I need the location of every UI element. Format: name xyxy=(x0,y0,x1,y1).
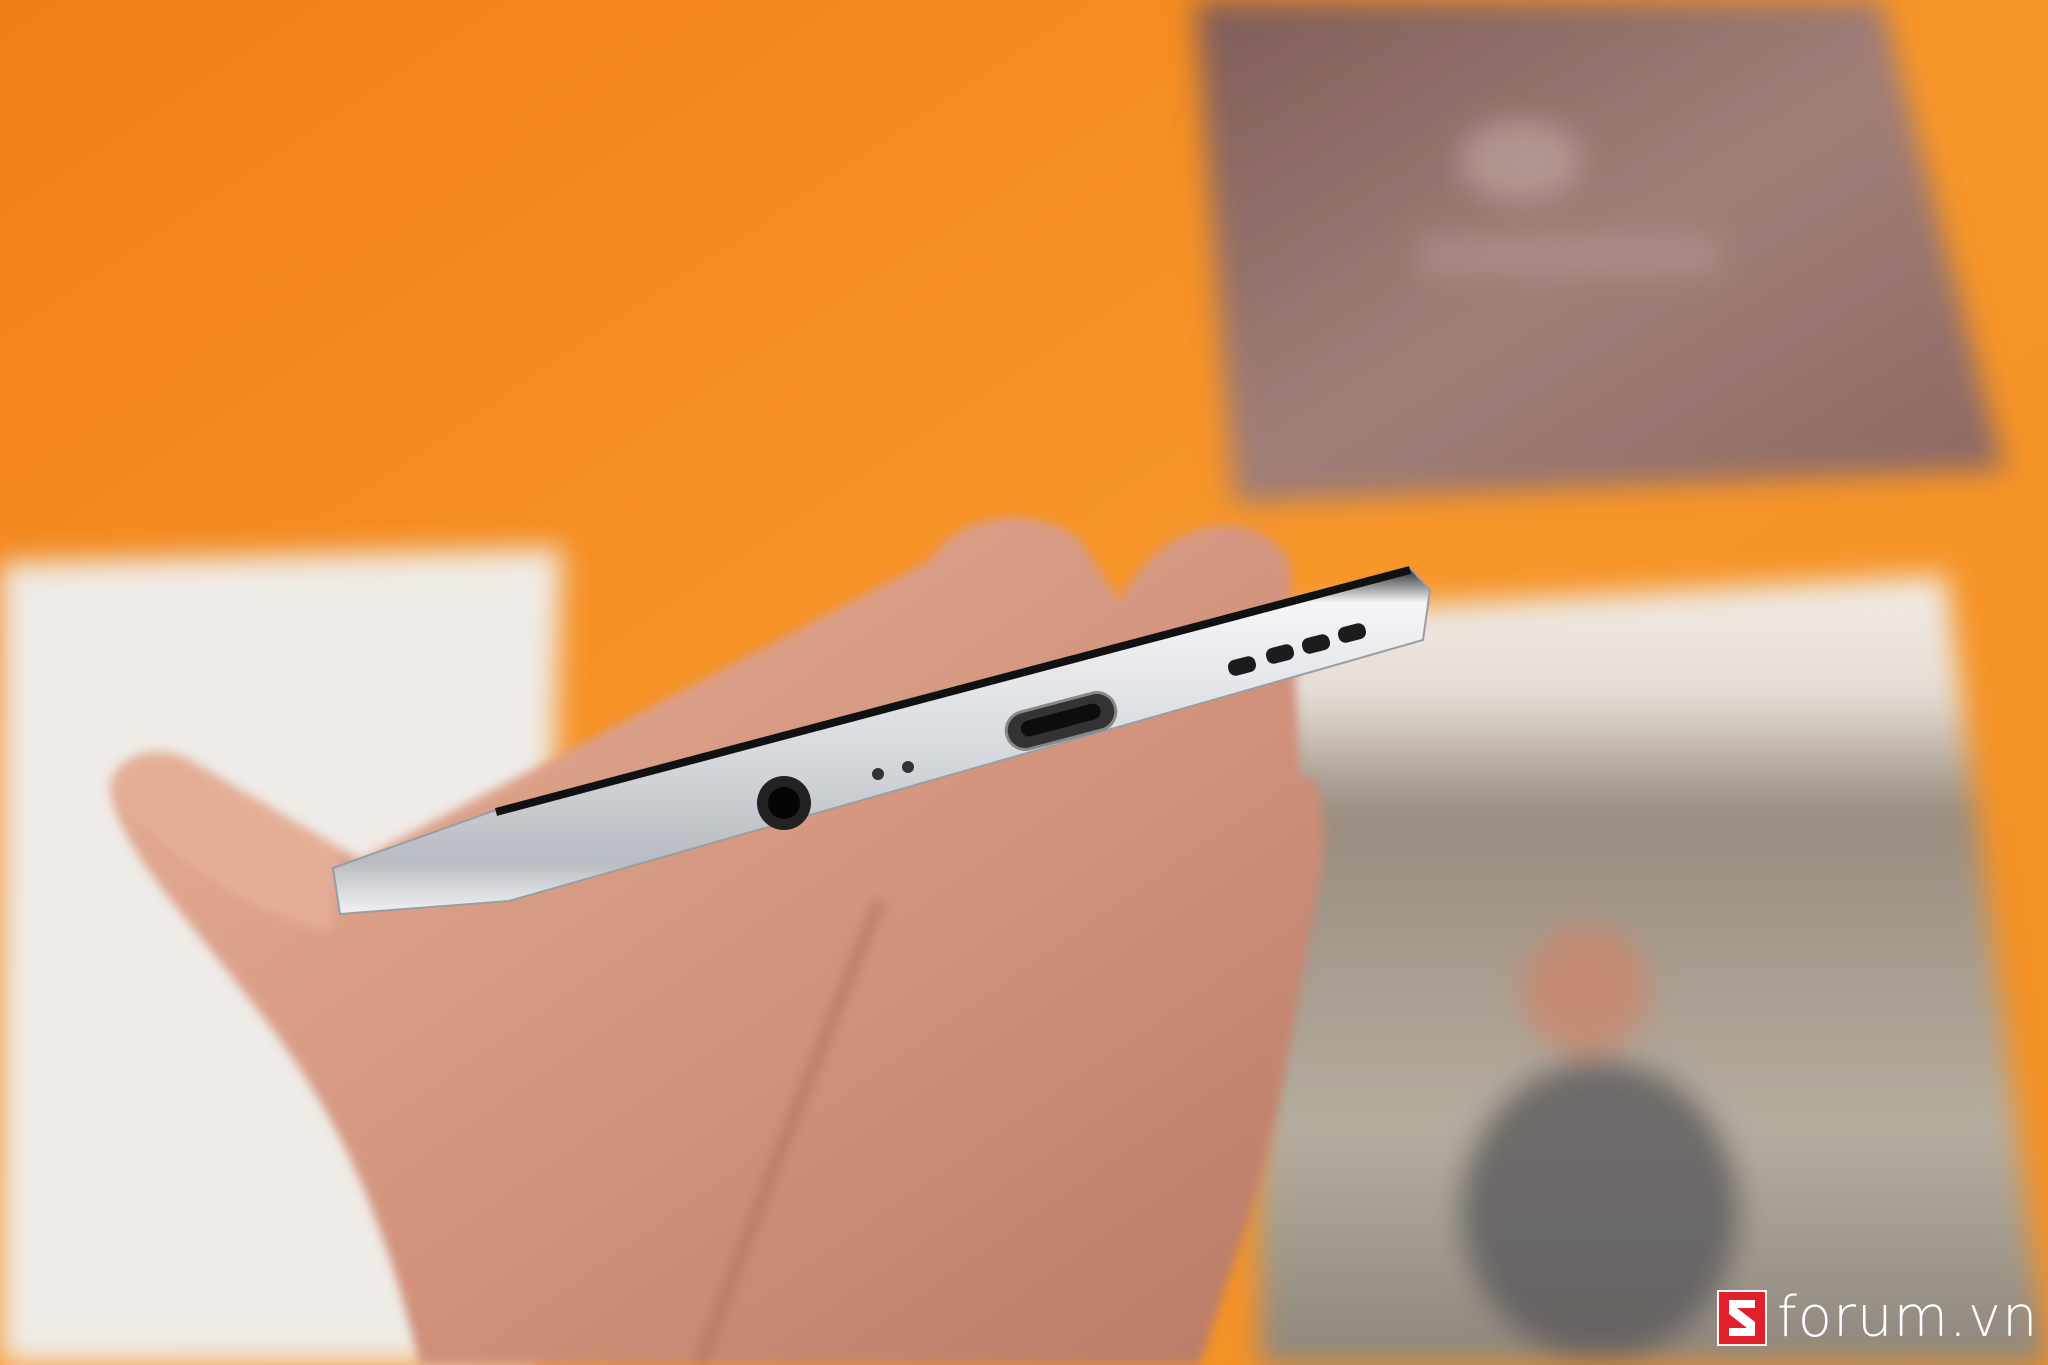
watermark-text: forum.vn xyxy=(1777,1285,2039,1350)
s-logo-icon xyxy=(1729,1300,1755,1336)
phone-bottom-edge-photo xyxy=(0,0,2048,1365)
sforum-logo xyxy=(1717,1290,1767,1346)
mic-hole xyxy=(872,768,884,780)
photo-scene: forum.vn xyxy=(0,0,2048,1365)
mic-hole xyxy=(902,761,914,773)
sforum-watermark: forum.vn xyxy=(1717,1290,2038,1346)
